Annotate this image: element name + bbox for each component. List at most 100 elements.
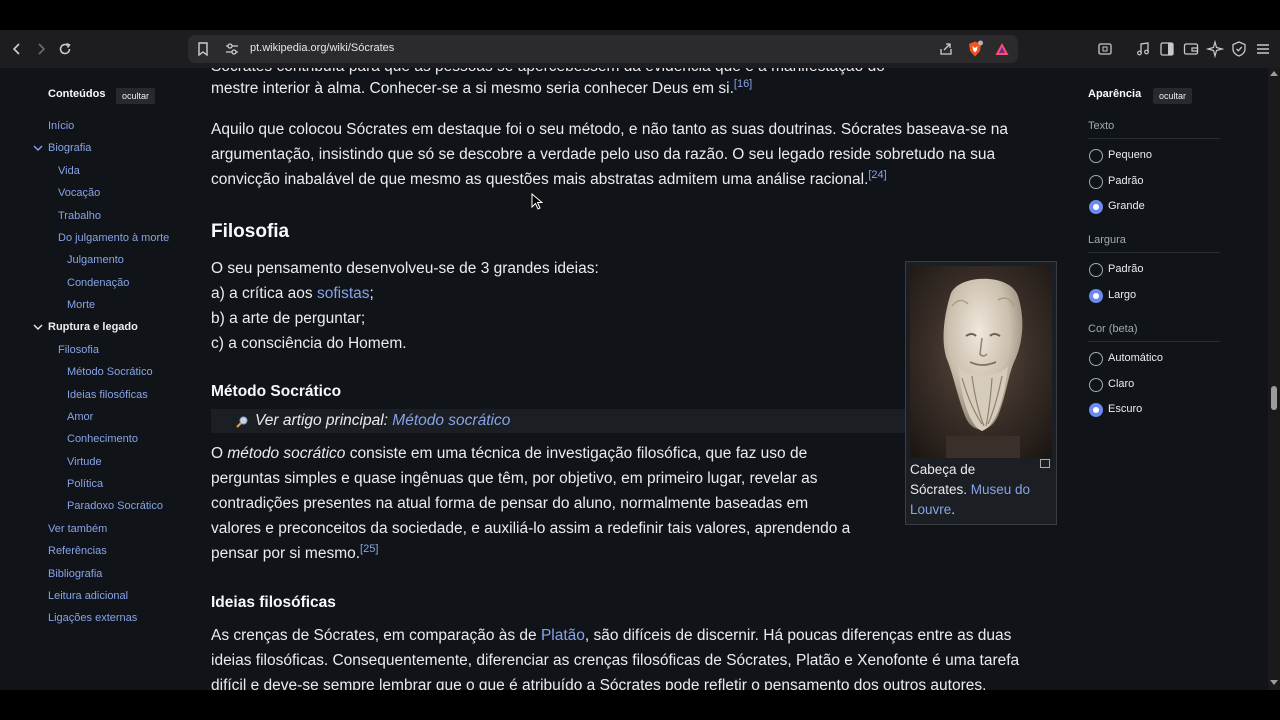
toc-item-ruptura-e-legado[interactable]: Ruptura e legado: [48, 321, 138, 333]
figure-caption: Cabeça de Sócrates. Museu do Louvre.: [910, 462, 1031, 517]
link-metodo-socratico[interactable]: Método socrático: [392, 412, 510, 429]
toc-item-paradoxo-socratico[interactable]: Paradoxo Socrático: [67, 500, 163, 512]
heading-ideias-filosoficas: Ideias filosóficas: [211, 594, 336, 611]
toc-item-vocacao[interactable]: Vocação: [58, 187, 100, 199]
radio-button-selected[interactable]: [1089, 289, 1103, 303]
hatnote: Ver artigo principal: Método socrático: [211, 409, 905, 433]
toc-item-condenacao[interactable]: Condenação: [67, 277, 129, 289]
radio-button[interactable]: [1089, 175, 1103, 189]
scroll-up-icon[interactable]: [1270, 71, 1278, 76]
width-heading: Largura: [1088, 234, 1126, 246]
top-black-strip: [0, 0, 1280, 30]
divider: [1088, 138, 1220, 139]
heading-filosofia: Filosofia: [211, 221, 290, 242]
paragraph-line: mestre interior à alma. Conhecer-se a si…: [211, 77, 753, 97]
paragraph-line: ideias filosóficas. Consequentemente, di…: [211, 652, 1020, 669]
link-sofistas[interactable]: sofistas: [317, 285, 370, 302]
chevron-down-icon[interactable]: [33, 143, 43, 153]
toc-item-do-julgamento-a-morte[interactable]: Do julgamento à morte: [58, 232, 169, 244]
link-louvre[interactable]: Louvre: [910, 502, 951, 517]
toc-title: Conteúdos: [48, 88, 106, 100]
toc-item-amor[interactable]: Amor: [67, 411, 93, 423]
link-platao[interactable]: Platão: [541, 627, 585, 644]
radio-button[interactable]: [1089, 378, 1103, 392]
toc-item-virtude[interactable]: Virtude: [67, 456, 102, 468]
paragraph-line: As crenças de Sócrates, em comparação às…: [211, 627, 1012, 644]
paragraph-line: argumentação, insistindo que só se desco…: [211, 146, 996, 163]
toc-item-leitura-adicional[interactable]: Leitura adicional: [48, 590, 128, 602]
bottom-black-strip: [0, 690, 1280, 720]
toc-item-julgamento[interactable]: Julgamento: [67, 254, 124, 266]
brave-rewards-icon[interactable]: [994, 41, 1010, 57]
media-icon[interactable]: [1134, 40, 1152, 58]
chevron-down-icon[interactable]: [33, 322, 43, 332]
radio-button[interactable]: [1089, 352, 1103, 366]
toc-item-vida[interactable]: Vida: [58, 165, 80, 177]
vpn-icon[interactable]: [1230, 40, 1248, 58]
toc-hide-button[interactable]: ocultar: [116, 88, 156, 104]
mouse-cursor-icon: [531, 193, 543, 210]
toc-item-metodo-socratico[interactable]: Método Socrático: [67, 366, 153, 378]
hatnote-text: Ver artigo principal:: [255, 412, 393, 429]
reload-icon[interactable]: [54, 38, 76, 60]
paragraph-line: convicção inabalável de que mesmo as que…: [211, 168, 887, 188]
toc-item-morte[interactable]: Morte: [67, 299, 95, 311]
toc-item-referencias[interactable]: Referências: [48, 545, 107, 557]
site-settings-icon[interactable]: [224, 41, 240, 57]
address-bar[interactable]: pt.wikipedia.org/wiki/Sócrates: [188, 35, 1018, 63]
paragraph-line: perguntas simples e quase ingênuas que t…: [211, 470, 818, 487]
toc-item-filosofia[interactable]: Filosofia: [58, 344, 99, 356]
paragraph-line: c) a consciência do Homem.: [211, 335, 407, 352]
link-museu-do-louvre[interactable]: Museu do: [971, 482, 1030, 497]
divider: [1088, 252, 1220, 253]
paragraph-line: O seu pensamento desenvolveu-se de 3 gra…: [211, 260, 599, 277]
paragraph-line: contradições presentes na atual forma de…: [211, 495, 809, 512]
wallet-icon[interactable]: [1182, 40, 1200, 58]
scrollbar-thumb[interactable]: [1271, 386, 1277, 410]
toc-item-biografia[interactable]: Biografia: [48, 142, 91, 154]
brave-shields-icon[interactable]: [966, 40, 984, 58]
radio-button-selected[interactable]: [1089, 200, 1103, 214]
radio-button[interactable]: [1089, 263, 1103, 277]
page-scrollbar[interactable]: [1268, 68, 1280, 690]
back-icon[interactable]: [6, 38, 28, 60]
wikipedia-page: Conteúdos ocultar Início Biografia Vida …: [0, 68, 1268, 690]
figure-socrates-bust: Cabeça de Sócrates. Museu do Louvre.: [905, 261, 1057, 525]
toc-item-ver-tambem[interactable]: Ver também: [48, 523, 107, 535]
radio-button-selected[interactable]: [1089, 403, 1103, 417]
paragraph-line: pensar por si mesmo.[25]: [211, 542, 379, 562]
toc-item-inicio[interactable]: Início: [48, 120, 74, 132]
reference-24[interactable]: [24]: [868, 169, 886, 181]
toc-item-bibliografia[interactable]: Bibliografia: [48, 568, 102, 580]
paragraph-line: O método socrático consiste em uma técni…: [211, 445, 808, 462]
text-size-heading: Texto: [1088, 120, 1115, 132]
sidebar-icon[interactable]: [1158, 40, 1176, 58]
toc-item-politica[interactable]: Política: [67, 478, 103, 490]
paragraph-line: valores e preconceitos da sociedade, e a…: [211, 520, 851, 537]
scroll-down-icon[interactable]: [1270, 680, 1278, 685]
menu-icon[interactable]: [1254, 40, 1272, 58]
paragraph-line: Aquilo que colocou Sócrates em destaque …: [211, 121, 1009, 138]
url-text[interactable]: pt.wikipedia.org/wiki/Sócrates: [250, 42, 394, 54]
toc-item-trabalho[interactable]: Trabalho: [58, 210, 101, 222]
reference-16[interactable]: [16]: [734, 78, 752, 90]
appearance-hide-button[interactable]: ocultar: [1153, 88, 1193, 104]
magnifier-icon: [236, 416, 248, 428]
reference-25[interactable]: [25]: [360, 543, 378, 555]
forward-icon[interactable]: [30, 38, 52, 60]
paragraph-line: difícil e deve-se sempre lembrar que o q…: [211, 677, 987, 690]
appearance-title: Aparência: [1088, 88, 1142, 100]
share-icon[interactable]: [938, 41, 954, 57]
divider: [1088, 341, 1220, 342]
toc-item-conhecimento[interactable]: Conhecimento: [67, 433, 138, 445]
toc-item-ideias-filosoficas[interactable]: Ideias filosóficas: [67, 389, 148, 401]
bookmark-icon[interactable]: [194, 40, 212, 58]
socrates-bust-image[interactable]: [910, 266, 1052, 458]
leo-ai-icon[interactable]: [1206, 40, 1224, 58]
paragraph-line: b) a arte de perguntar;: [211, 310, 366, 327]
color-heading: Cor (beta): [1088, 323, 1138, 335]
radio-button[interactable]: [1089, 149, 1103, 163]
tab-search-icon[interactable]: [1096, 40, 1114, 58]
heading-metodo-socratico: Método Socrático: [211, 383, 342, 400]
toc-item-ligacoes-externas[interactable]: Ligações externas: [48, 612, 137, 624]
